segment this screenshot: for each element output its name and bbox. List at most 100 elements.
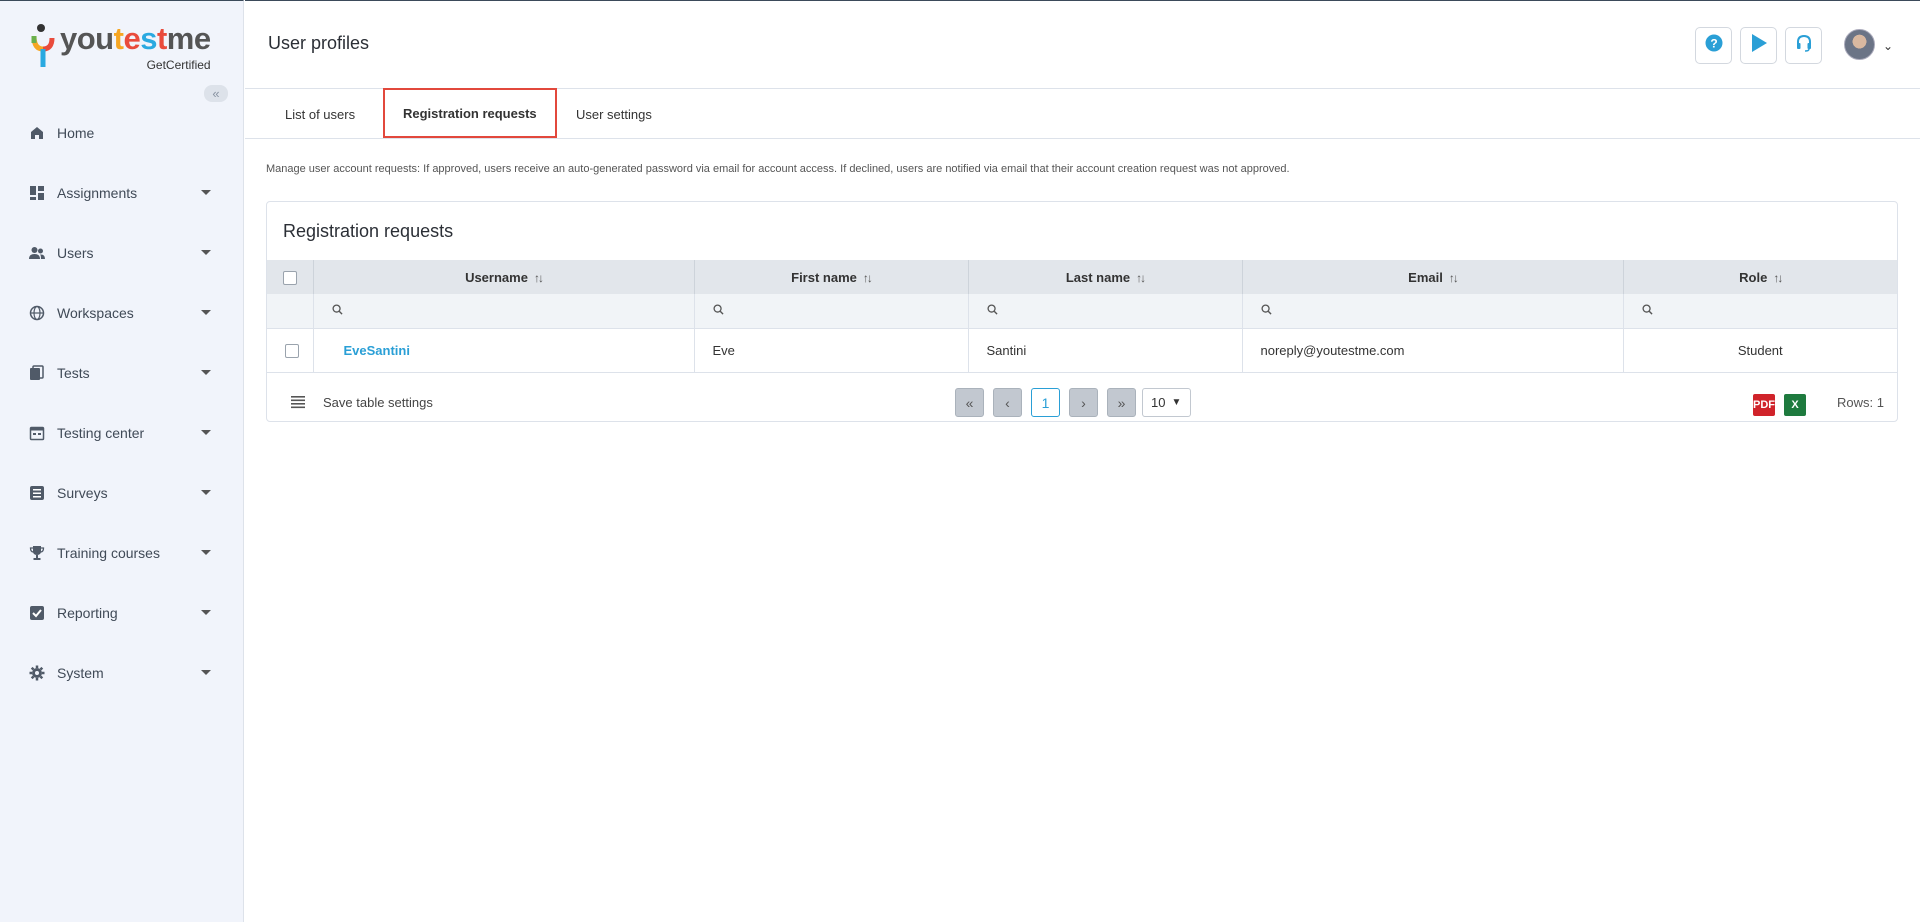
question-icon: ? [1705,34,1723,57]
home-icon [28,125,45,142]
sidebar-item-tests[interactable]: Tests [0,343,244,403]
chevron-down-icon [201,250,211,255]
filter-cell-empty [267,294,314,329]
chevron-down-icon [201,370,211,375]
page-title: User profiles [268,33,370,53]
save-table-settings-button[interactable]: Save table settings [323,395,433,410]
double-chevron-right-icon: » [1117,394,1126,411]
page-number-button[interactable]: 1 [1031,388,1060,417]
logo[interactable]: youtestme GetCertified [30,23,211,75]
trophy-icon [28,545,45,562]
play-icon [1750,33,1768,58]
column-header-username[interactable]: Username ↑↓ [313,260,695,294]
main-content: User profiles ? ⌄ List of users Registra… [245,0,1920,922]
sidebar-item-label: Assignments [57,185,138,201]
help-button[interactable]: ? [1695,27,1732,64]
chevron-down-icon: ▼ [1171,397,1182,408]
sidebar-item-users[interactable]: Users [0,223,244,283]
tab-registration-requests[interactable]: Registration requests [383,88,557,138]
sidebar-item-reporting[interactable]: Reporting [0,583,244,643]
chevron-down-icon[interactable]: ⌄ [1883,39,1893,53]
cell-first-name: Eve [694,328,969,373]
sidebar-nav: Home Assignments Users Workspaces Tests [0,103,244,703]
last-page-button[interactable]: » [1107,388,1136,417]
rows-count: Rows: 1 [1837,395,1884,410]
tab-list-of-users[interactable]: List of users [285,89,355,139]
registration-requests-table: Username ↑↓ First name ↑↓ Last name ↑↓ Emai… [267,260,1897,373]
chevron-down-icon [201,610,211,615]
filter-last-name-input[interactable] [968,294,1243,329]
logo-subtitle: GetCertified [146,58,211,72]
gear-icon [28,665,45,682]
select-all-checkbox[interactable] [282,270,297,285]
support-button[interactable] [1785,27,1822,64]
previous-page-button[interactable]: ‹ [993,388,1022,417]
username-link[interactable]: EveSantini [344,343,410,358]
column-header-first-name[interactable]: First name ↑↓ [694,260,969,294]
chevron-right-icon: › [1081,394,1086,411]
sidebar-item-home[interactable]: Home [0,103,244,163]
sidebar-item-label: Workspaces [57,305,134,321]
chevron-down-icon [201,310,211,315]
avatar[interactable] [1844,29,1875,60]
row-checkbox[interactable] [285,343,299,358]
sidebar-item-label: System [57,665,104,681]
sidebar-item-workspaces[interactable]: Workspaces [0,283,244,343]
search-icon [1641,303,1653,318]
dashboard-icon [28,185,45,202]
table-filter-row [267,294,1897,329]
column-header-last-name[interactable]: Last name ↑↓ [968,260,1243,294]
search-icon [331,303,343,318]
tab-user-settings[interactable]: User settings [576,89,652,139]
filter-username-input[interactable] [313,294,695,329]
page-header: User profiles ? ⌄ [245,1,1920,89]
pdf-export-icon[interactable]: PDF [1753,394,1775,416]
column-header-email[interactable]: Email ↑↓ [1242,260,1624,294]
sort-icon: ↑↓ [1773,270,1783,285]
search-icon [1260,303,1272,318]
app: youtestme GetCertified « Home Assignment… [0,0,1920,922]
svg-text:?: ? [1710,37,1717,51]
copy-icon [28,365,45,382]
column-header-role[interactable]: Role ↑↓ [1623,260,1897,294]
table-row[interactable]: EveSantini Eve Santini noreply@youtestme… [267,328,1897,373]
cell-last-name: Santini [968,328,1243,373]
sidebar-item-label: Home [57,125,95,141]
double-chevron-left-icon: « [212,86,220,101]
double-chevron-left-icon: « [965,394,974,411]
chevron-left-icon: ‹ [1005,394,1010,411]
chevron-down-icon [201,190,211,195]
sidebar-item-surveys[interactable]: Surveys [0,463,244,523]
collapse-sidebar-button[interactable]: « [204,85,228,102]
excel-export-icon[interactable]: X [1784,394,1806,416]
chevron-down-icon [201,550,211,555]
sidebar-item-assignments[interactable]: Assignments [0,163,244,223]
sort-icon: ↑↓ [1448,270,1459,285]
sidebar-item-testing-center[interactable]: Testing center [0,403,244,463]
registration-requests-card: Registration requests Username ↑↓ First n… [266,201,1898,422]
calendar-icon [28,425,45,442]
cell-role: Student [1623,328,1897,373]
search-icon [986,303,998,318]
search-icon [712,303,724,318]
chevron-down-icon [201,430,211,435]
filter-first-name-input[interactable] [694,294,969,329]
chevron-down-icon [201,490,211,495]
row-select-cell [267,328,314,373]
first-page-button[interactable]: « [955,388,984,417]
check-square-icon [28,605,45,622]
rows-per-page-select[interactable]: 10 ▼ [1142,388,1191,417]
sidebar-item-training-courses[interactable]: Training courses [0,523,244,583]
next-page-button[interactable]: › [1069,388,1098,417]
filter-role-input[interactable] [1623,294,1897,329]
sort-icon: ↑↓ [533,270,544,285]
sidebar: youtestme GetCertified « Home Assignment… [0,0,244,922]
filter-email-input[interactable] [1242,294,1624,329]
logo-wordmark: youtestme [60,21,211,56]
sidebar-item-label: Testing center [57,425,145,441]
cell-username[interactable]: EveSantini [313,328,695,373]
sidebar-item-system[interactable]: System [0,643,244,703]
play-tutorial-button[interactable] [1740,27,1777,64]
columns-menu-icon[interactable] [291,395,305,414]
globe-icon [28,305,45,322]
